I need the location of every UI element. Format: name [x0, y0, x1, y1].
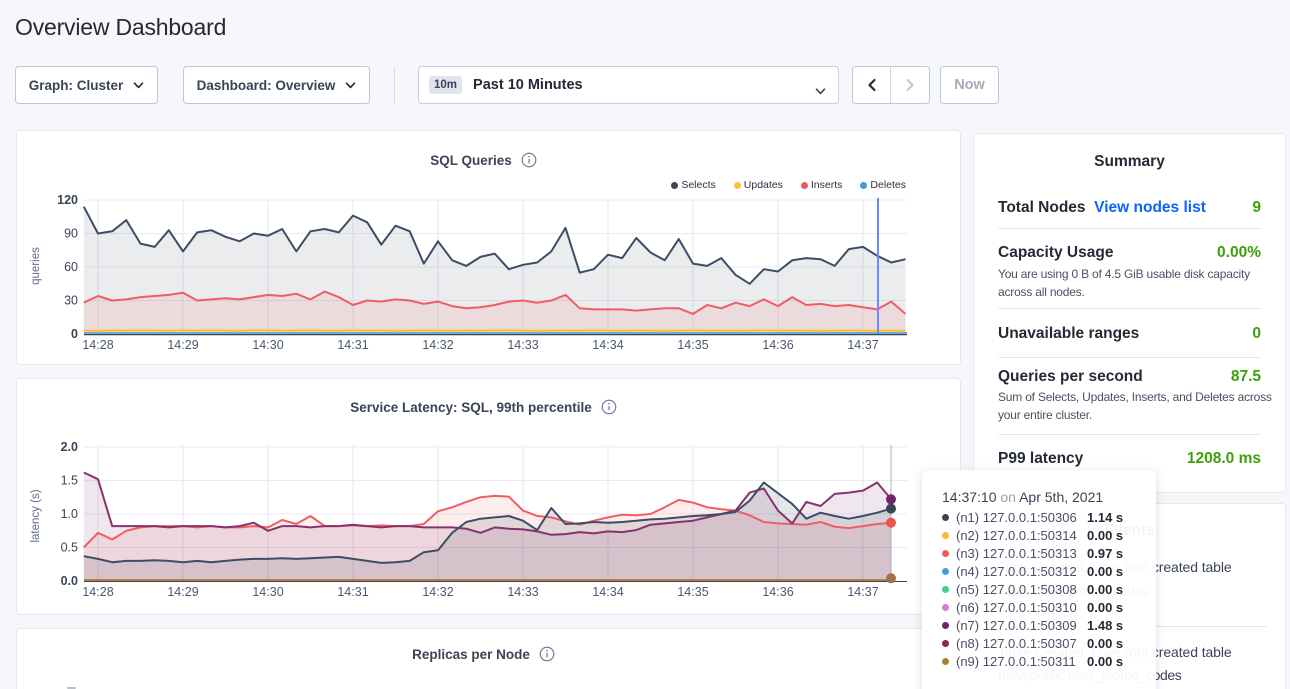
svg-text:14:36: 14:36	[762, 585, 793, 599]
svg-text:14:35: 14:35	[677, 338, 708, 352]
svg-text:1.0: 1.0	[61, 507, 78, 521]
svg-text:14:28: 14:28	[82, 585, 113, 599]
svg-text:0.0: 0.0	[61, 574, 78, 588]
svg-text:14:32: 14:32	[422, 338, 453, 352]
svg-text:30: 30	[64, 294, 78, 308]
svg-text:14:30: 14:30	[252, 585, 283, 599]
svg-text:2.0: 2.0	[61, 440, 78, 454]
svg-text:14:31: 14:31	[337, 585, 368, 599]
svg-text:14:29: 14:29	[167, 585, 198, 599]
svg-text:120: 120	[57, 193, 78, 207]
svg-text:queries: queries	[30, 247, 42, 285]
svg-text:14:35: 14:35	[677, 585, 708, 599]
svg-text:0: 0	[71, 327, 78, 341]
svg-text:0.5: 0.5	[61, 541, 78, 555]
svg-text:14:37: 14:37	[847, 585, 878, 599]
svg-text:14:28: 14:28	[82, 338, 113, 352]
svg-text:90: 90	[64, 227, 78, 241]
svg-text:14:30: 14:30	[252, 338, 283, 352]
svg-text:60: 60	[64, 260, 78, 274]
svg-text:latency (s): latency (s)	[30, 489, 42, 542]
svg-text:14:34: 14:34	[592, 338, 623, 352]
svg-text:14:32: 14:32	[422, 585, 453, 599]
svg-text:14:33: 14:33	[507, 585, 538, 599]
svg-text:14:34: 14:34	[592, 585, 623, 599]
svg-text:14:31: 14:31	[337, 338, 368, 352]
svg-text:14:33: 14:33	[507, 338, 538, 352]
svg-text:14:36: 14:36	[762, 338, 793, 352]
svg-text:14:37: 14:37	[847, 338, 878, 352]
svg-text:14:29: 14:29	[167, 338, 198, 352]
svg-text:1.5: 1.5	[61, 474, 78, 488]
